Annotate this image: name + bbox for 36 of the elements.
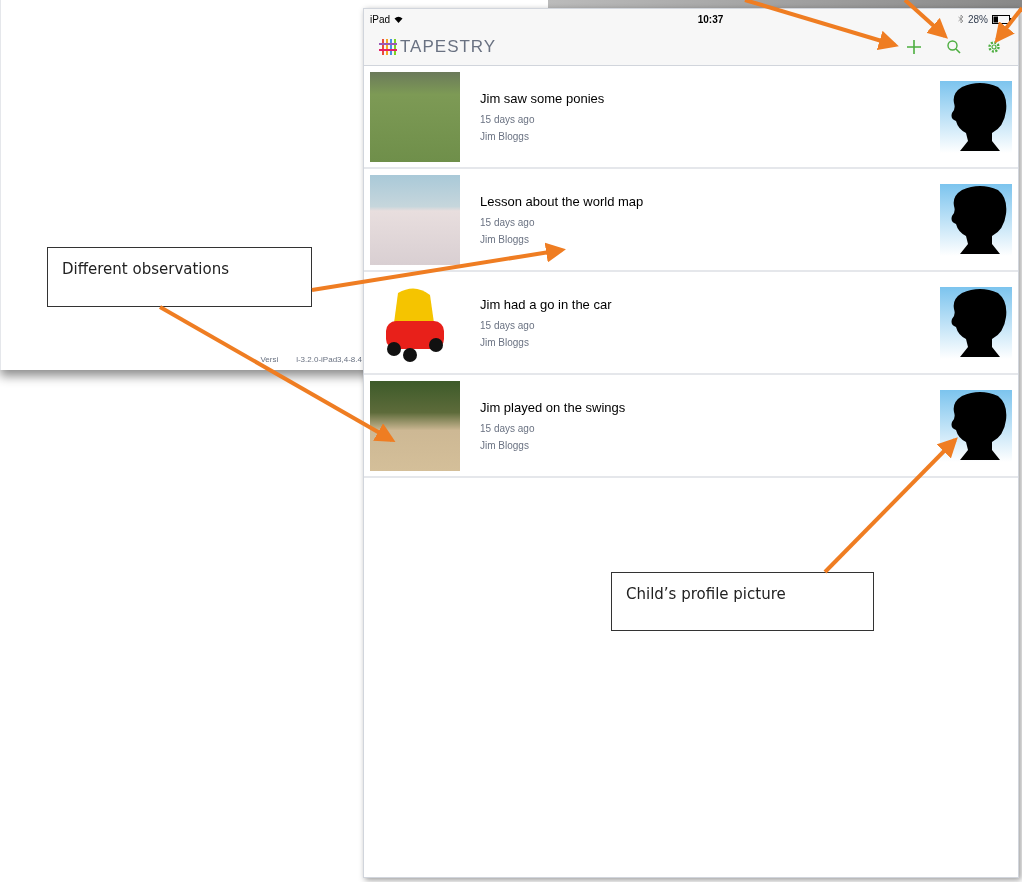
observation-title: Jim had a go in the car (480, 296, 613, 315)
wifi-icon (394, 15, 403, 23)
bluetooth-icon (957, 14, 964, 24)
observation-title: Lesson about the world map (480, 193, 645, 212)
observation-row[interactable]: Lesson about the world map 15 days ago Jim Bloggs (364, 169, 1018, 272)
observation-time: 15 days ago (480, 215, 536, 230)
clock-text: 10:37 (697, 12, 724, 27)
plus-icon (907, 40, 921, 54)
logo-icon (379, 39, 397, 55)
add-button[interactable] (905, 38, 923, 56)
search-button[interactable] (945, 38, 963, 56)
observation-author: Jim Bloggs (480, 129, 530, 144)
search-icon (947, 40, 961, 54)
observation-author: Jim Bloggs (480, 335, 530, 350)
callout-text: Child’s profile picture (626, 585, 786, 603)
callout-text: Different observations (62, 260, 230, 278)
annotation-arrow (994, 6, 1022, 44)
observation-row[interactable]: Jim saw some ponies 15 days ago Jim Bloggs (364, 66, 1018, 169)
battery-icon (992, 14, 1012, 24)
observation-row[interactable]: Jim had a go in the car 15 days ago Jim Bloggs (364, 272, 1018, 375)
version-text: Versi (260, 354, 279, 366)
annotation-arrow (903, 0, 948, 39)
observation-author: Jim Bloggs (480, 232, 530, 247)
battery-percent: 28% (967, 12, 988, 27)
observation-time: 15 days ago (480, 112, 536, 127)
observation-time: 15 days ago (480, 318, 536, 333)
observation-title: Jim saw some ponies (480, 90, 606, 109)
app-logo-text: TAPESTRY (400, 36, 497, 59)
observation-title: Jim played on the swings (480, 399, 627, 418)
settings-button[interactable] (985, 38, 1003, 56)
observation-time: 15 days ago (480, 421, 536, 436)
observation-row[interactable]: Jim played on the swings 15 days ago Jim Bloggs (364, 375, 1018, 478)
settings-icon (987, 40, 1001, 54)
device-label: iPad (370, 12, 390, 27)
observation-author: Jim Bloggs (480, 438, 530, 453)
version-text: l-3.2.0-iPad3,4-8.4 (296, 354, 362, 366)
